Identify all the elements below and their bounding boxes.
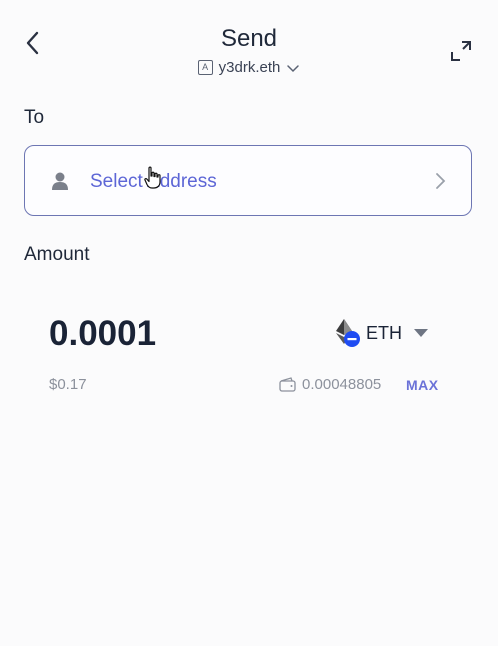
to-label: To (24, 107, 45, 128)
caret-down-icon (414, 329, 428, 337)
wallet-icon (279, 377, 296, 392)
token-symbol: ETH (366, 322, 402, 343)
chevron-down-icon (287, 64, 300, 72)
expand-icon (451, 41, 471, 61)
token-selector[interactable]: ETH (336, 318, 428, 348)
user-icon (52, 172, 68, 190)
select-address-field[interactable]: Select Address (24, 145, 472, 216)
hand-cursor-icon (144, 166, 161, 189)
expand-button[interactable] (448, 38, 476, 66)
fiat-value: $0.17 (49, 376, 87, 393)
balance: 0.00048805 (279, 376, 381, 393)
amount-input[interactable]: 0.0001 (49, 314, 156, 354)
chevron-right-icon (436, 173, 446, 189)
amount-label: Amount (24, 244, 90, 265)
max-button[interactable]: MAX (406, 377, 439, 393)
account-name: y3drk.eth (218, 59, 281, 76)
eth-token-icon (336, 318, 362, 348)
balance-value: 0.00048805 (302, 376, 382, 393)
account-badge: A (197, 60, 213, 75)
page-title: Send (220, 25, 278, 52)
account-selector[interactable]: A y3drk.eth (0, 59, 498, 76)
